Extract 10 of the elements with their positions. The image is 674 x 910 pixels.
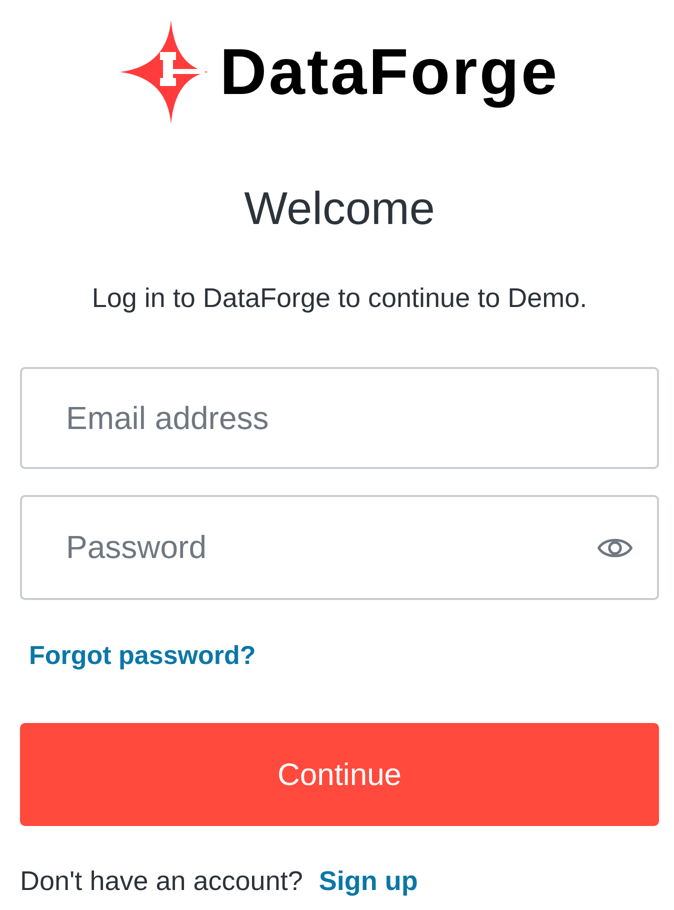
forgot-password-link[interactable]: Forgot password? bbox=[29, 640, 256, 670]
continue-button[interactable]: Continue bbox=[20, 723, 659, 826]
welcome-heading: Welcome bbox=[244, 182, 435, 234]
subtitle-text: Log in to DataForge to continue to Demo. bbox=[92, 283, 588, 313]
email-field[interactable]: Email address bbox=[20, 367, 659, 469]
sign-up-link[interactable]: Sign up bbox=[318, 866, 418, 896]
logo-wordmark: DataForge bbox=[220, 34, 560, 110]
signup-prompt: Don't have an account? bbox=[20, 866, 303, 896]
password-field[interactable]: Password bbox=[20, 495, 659, 600]
logo-icon bbox=[120, 20, 208, 124]
